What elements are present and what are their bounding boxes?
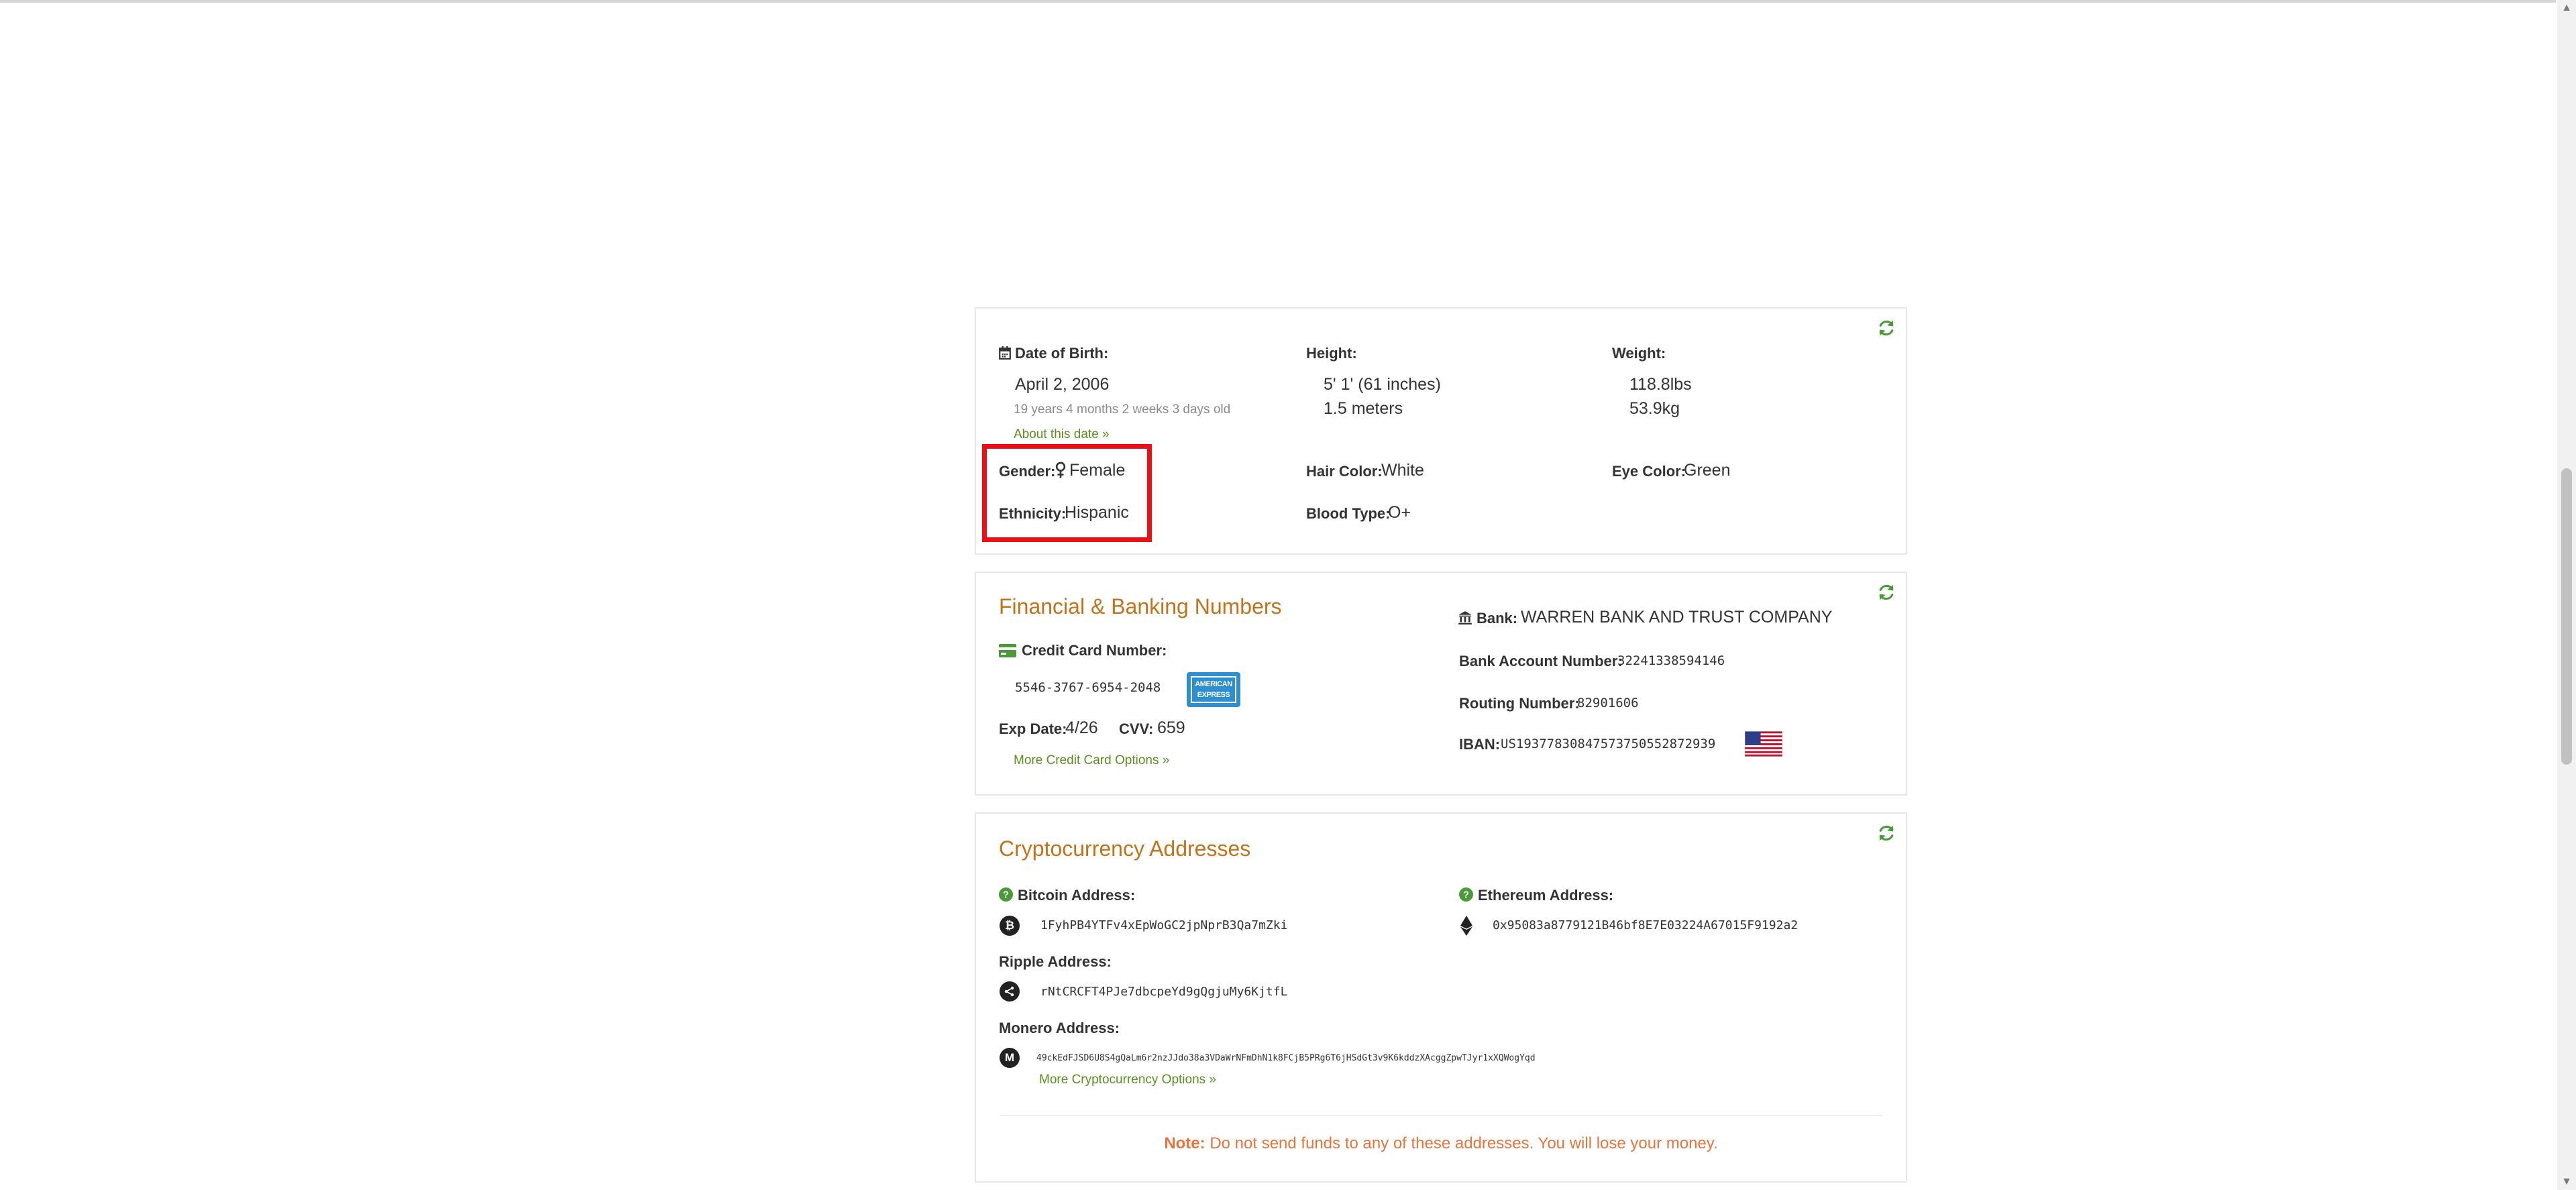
hair-color-value: White bbox=[1381, 461, 1424, 480]
exp-date-value: 4/26 bbox=[1065, 718, 1098, 737]
height-label: Height: bbox=[1306, 345, 1357, 362]
age-text: 19 years 4 months 2 weeks 3 days old bbox=[1014, 402, 1231, 417]
question-circle-icon[interactable]: ? bbox=[999, 887, 1013, 902]
exp-date-label: Exp Date: bbox=[999, 720, 1067, 737]
credit-card-number: 5546-3767-6954-2048 bbox=[1015, 680, 1161, 695]
refresh-icon[interactable] bbox=[1876, 582, 1896, 602]
routing-value: 82901606 bbox=[1577, 696, 1639, 710]
more-credit-card-link[interactable]: More Credit Card Options » bbox=[1014, 753, 1169, 768]
iban-label: IBAN: bbox=[1459, 736, 1501, 753]
hair-color-label: Hair Color: bbox=[1306, 463, 1383, 480]
note-text: Do not send funds to any of these addres… bbox=[1210, 1134, 1718, 1152]
credit-card-label: Credit Card Number: bbox=[1022, 642, 1167, 659]
ethereum-icon bbox=[1460, 916, 1472, 936]
highlight-box bbox=[982, 444, 1152, 542]
amex-logo: AMERICAN EXPRESS bbox=[1187, 672, 1240, 707]
bank-value: WARREN BANK AND TRUST COMPANY bbox=[1521, 608, 1833, 627]
scrollbar-thumb[interactable] bbox=[2561, 468, 2572, 765]
note-label: Note: bbox=[1164, 1134, 1205, 1152]
about-date-link[interactable]: About this date » bbox=[1014, 427, 1110, 442]
ripple-label: Ripple Address: bbox=[999, 953, 1112, 970]
warning-note: Note: Do not send funds to any of these … bbox=[976, 1134, 1906, 1153]
cvv-value: 659 bbox=[1157, 718, 1185, 737]
us-flag-icon bbox=[1745, 731, 1782, 757]
bitcoin-icon: ₿ bbox=[1000, 916, 1020, 936]
refresh-icon[interactable] bbox=[1876, 823, 1896, 843]
divider bbox=[1000, 1115, 1882, 1116]
height-imperial: 5' 1' (61 inches) bbox=[1324, 375, 1441, 394]
iban-value: US19377830847573750552872939 bbox=[1501, 737, 1716, 751]
ethereum-address: 0x95083a8779121B46bf8E7E03224A67015F9192… bbox=[1493, 918, 1799, 932]
eye-color-value: Green bbox=[1684, 461, 1731, 480]
monero-icon: M bbox=[1000, 1048, 1020, 1068]
monero-address: 49ckEdFJSD6U8S4gQaLm6r2nzJJdo38a3VDaWrNF… bbox=[1036, 1053, 1536, 1063]
ethereum-label: Ethereum Address: bbox=[1478, 887, 1614, 904]
crypto-title: Cryptocurrency Addresses bbox=[999, 836, 1251, 861]
weight-kg: 53.9kg bbox=[1629, 399, 1680, 418]
more-crypto-link[interactable]: More Cryptocurrency Options » bbox=[1039, 1073, 1216, 1087]
ripple-address: rNtCRCFT4PJe7dbcpeYd9gQgjuMy6KjtfL bbox=[1040, 985, 1288, 999]
svg-text:?: ? bbox=[1003, 890, 1009, 901]
financial-panel: Financial & Banking Numbers Credit Card … bbox=[975, 572, 1907, 796]
scroll-down-arrow-icon[interactable]: ▼ bbox=[2557, 1174, 2576, 1190]
scroll-up-arrow-icon[interactable]: ▲ bbox=[2557, 0, 2576, 16]
blood-type-label: Blood Type: bbox=[1306, 505, 1391, 522]
crypto-panel: Cryptocurrency Addresses ? Bitcoin Addre… bbox=[975, 812, 1907, 1183]
bitcoin-label: Bitcoin Address: bbox=[1018, 887, 1136, 904]
monero-label: Monero Address: bbox=[999, 1020, 1120, 1036]
weight-label: Weight: bbox=[1612, 345, 1666, 362]
calendar-icon bbox=[999, 346, 1011, 360]
vertical-scrollbar[interactable]: ▲ ▼ bbox=[2557, 0, 2576, 1190]
dob-value: April 2, 2006 bbox=[1015, 375, 1110, 394]
ripple-icon bbox=[1000, 981, 1020, 1002]
bitcoin-address: 1FyhPB4YTFv4xEpWoGC2jpNprB3Qa7mZki bbox=[1040, 918, 1288, 932]
financial-title: Financial & Banking Numbers bbox=[999, 594, 1282, 618]
svg-text:?: ? bbox=[1463, 890, 1469, 901]
height-metric: 1.5 meters bbox=[1324, 399, 1403, 418]
top-border bbox=[0, 0, 2556, 3]
question-circle-icon[interactable]: ? bbox=[1459, 887, 1473, 902]
bank-label: Bank: bbox=[1477, 610, 1518, 627]
blood-type-value: O+ bbox=[1388, 503, 1411, 522]
eye-color-label: Eye Color: bbox=[1612, 463, 1686, 480]
bank-account-value: 32241338594146 bbox=[1617, 653, 1725, 668]
bank-icon bbox=[1458, 611, 1472, 625]
credit-card-icon bbox=[999, 644, 1016, 657]
refresh-icon[interactable] bbox=[1876, 318, 1896, 338]
dob-label: Date of Birth: bbox=[1015, 345, 1109, 362]
routing-label: Routing Number: bbox=[1459, 695, 1580, 712]
cvv-label: CVV: bbox=[1119, 720, 1154, 737]
weight-lbs: 118.8lbs bbox=[1629, 375, 1692, 394]
bank-account-label: Bank Account Number: bbox=[1459, 653, 1623, 669]
